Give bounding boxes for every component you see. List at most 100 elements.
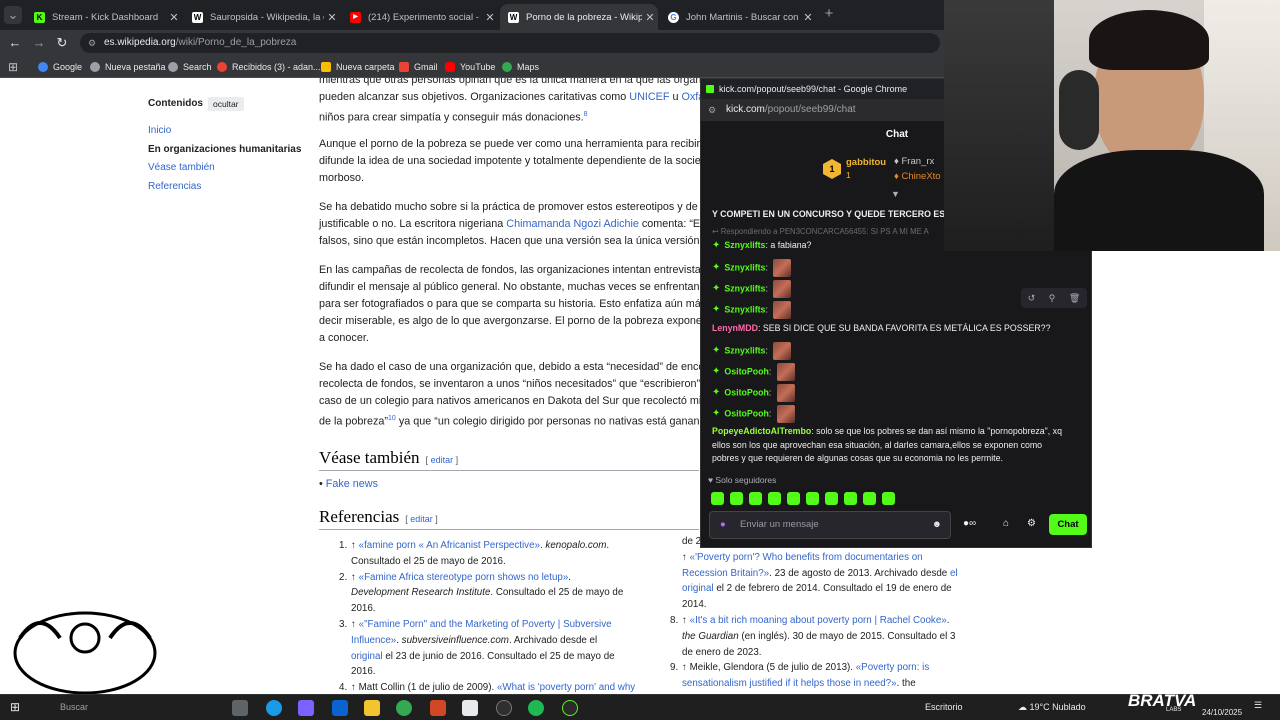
tab-experimento-social[interactable]: ▶ (214) Experimento social - Con ✕	[342, 4, 498, 30]
link-adichie[interactable]: Chimamanda Ngozi Adichie	[506, 218, 639, 230]
notifications-icon[interactable]: ☰	[1254, 700, 1262, 711]
reference-link[interactable]: sensationalism justified if it helps tho…	[682, 678, 897, 689]
tab-kick-dashboard[interactable]: K Stream - Kick Dashboard ✕	[26, 4, 182, 30]
chat-username[interactable]: Sznyxlifts	[724, 240, 765, 250]
chat-message[interactable]: ✦ Sznyxlifts:	[712, 259, 792, 277]
emote-icon[interactable]	[863, 492, 876, 505]
obs-icon[interactable]	[496, 700, 512, 716]
chat-message[interactable]: ✦ OsitoPooh:	[712, 384, 795, 402]
chat-message[interactable]: ellos son los que aprovechan esa situaci…	[712, 438, 1042, 452]
bookmark-gmail[interactable]: Gmail	[399, 59, 438, 75]
taskbar-search[interactable]: Buscar	[60, 702, 88, 712]
emote-icon[interactable]	[768, 492, 781, 505]
emoji-icon[interactable]: ☻	[932, 512, 942, 538]
spotify-icon[interactable]	[528, 700, 544, 716]
outlook-icon[interactable]	[332, 700, 348, 716]
close-icon[interactable]: ✕	[800, 11, 816, 24]
tab-porno-pobreza[interactable]: W Porno de la pobreza - Wikipedia ✕	[500, 4, 658, 30]
forward-button[interactable]: →	[30, 34, 48, 52]
tab-list-button[interactable]: ⌄	[4, 6, 22, 24]
desktop-label[interactable]: Escritorio	[925, 702, 963, 712]
delete-icon[interactable]: 🗑	[1069, 293, 1080, 304]
task-view-icon[interactable]	[232, 700, 248, 716]
chat-username[interactable]: OsitoPooh	[724, 387, 768, 397]
chat-username[interactable]: LenynMDD	[712, 323, 758, 333]
new-tab-button[interactable]: +	[820, 5, 838, 23]
tab-sauropsida[interactable]: W Sauropsida - Wikipedia, la enc ✕	[184, 4, 340, 30]
reference-link[interactable]: Influence»	[351, 635, 396, 646]
chat-message[interactable]: LenynMDD: SEB SI DICE QUE SU BANDA FAVOR…	[712, 321, 1050, 335]
chat-message[interactable]: ✦ Sznyxlifts:	[712, 301, 792, 319]
notepad-icon[interactable]	[462, 700, 478, 716]
leaderboard-first-user[interactable]: gabbitou	[846, 157, 886, 168]
windows-start-icon[interactable]: ⊞	[10, 700, 20, 714]
reload-button[interactable]: ↻	[53, 34, 71, 52]
chat-message[interactable]: ✦ Sznyxlifts:	[712, 342, 792, 360]
link-fake-news[interactable]: Fake news	[326, 478, 378, 490]
toc-item-vease-tambien[interactable]: Véase también	[148, 162, 215, 173]
settings-icon[interactable]: ⚙	[1027, 518, 1036, 529]
weather-widget[interactable]: ☁ 19°C Nublado	[1018, 702, 1086, 713]
link-unicef[interactable]: UNICEF	[629, 91, 669, 103]
chat-username[interactable]: OsitoPooh	[724, 366, 768, 376]
leaderboard-second-user[interactable]: ♦ Fran_rx	[894, 156, 934, 167]
apps-icon[interactable]: ⊞	[8, 59, 18, 75]
bookmark-maps[interactable]: Maps	[502, 59, 539, 75]
reference-link[interactable]: original	[682, 583, 714, 594]
users-icon[interactable]: ●∞	[963, 518, 976, 529]
bookmark-youtube[interactable]: YouTube	[445, 59, 495, 75]
site-info-icon[interactable]: ⚙	[88, 33, 96, 53]
emote-icon[interactable]	[806, 492, 819, 505]
edit-link[interactable]: editar	[431, 455, 454, 465]
chat-username[interactable]: OsitoPooh	[724, 408, 768, 418]
tab-john-martinis[interactable]: G John Martinis - Buscar con Goo ✕	[660, 4, 816, 30]
edit-link[interactable]: editar	[410, 514, 433, 524]
app-icon[interactable]	[562, 700, 578, 716]
edge-icon[interactable]	[266, 700, 282, 716]
reply-icon[interactable]: ↺	[1028, 293, 1036, 304]
microphone-icon[interactable]: ●	[720, 512, 726, 538]
toc-hide-button[interactable]: ocultar	[208, 97, 244, 111]
store-icon[interactable]: ⌂	[1003, 518, 1009, 529]
chat-username[interactable]: Sznyxlifts	[724, 304, 765, 314]
emote-icon[interactable]	[730, 492, 743, 505]
citation-link[interactable]: 10	[388, 415, 396, 422]
back-button[interactable]: ←	[6, 34, 24, 52]
emote-icon[interactable]	[882, 492, 895, 505]
emote-icon[interactable]	[749, 492, 762, 505]
reference-link[interactable]: «It's a bit rich moaning about poverty p…	[690, 615, 947, 626]
copilot-icon[interactable]	[298, 700, 314, 716]
close-icon[interactable]: ✕	[642, 11, 658, 24]
reference-link[interactable]: «Famine Africa stereotype porn shows no …	[359, 572, 569, 583]
emote-icon[interactable]	[844, 492, 857, 505]
toc-item-referencias[interactable]: Referencias	[148, 181, 201, 192]
emote-icon[interactable]	[787, 492, 800, 505]
reference-link[interactable]: «famine porn « An Africanist Perspective…	[359, 540, 540, 551]
toc-item-inicio[interactable]: Inicio	[148, 125, 171, 136]
collapse-icon[interactable]: ▼	[891, 189, 900, 199]
toc-item-organizaciones[interactable]: En organizaciones humanitarias	[148, 144, 301, 155]
bookmark-google[interactable]: Google	[38, 59, 82, 75]
chat-username[interactable]: Sznyxlifts	[724, 345, 765, 355]
chat-message[interactable]: PopeyeAdictoAlTrembo: solo se que los po…	[712, 424, 1062, 438]
chat-username[interactable]: PopeyeAdictoAlTrembo	[712, 426, 811, 436]
citation-link[interactable]: 8	[584, 111, 588, 118]
bookmark-nueva-pestana[interactable]: Nueva pestaña	[90, 59, 166, 75]
reference-link[interactable]: «What is 'poverty porn' and why	[497, 682, 635, 693]
chat-username[interactable]: Sznyxlifts	[724, 283, 765, 293]
chat-send-button[interactable]: Chat	[1049, 514, 1087, 535]
chat-message[interactable]: ✦ OsitoPooh:	[712, 363, 795, 381]
chat-username[interactable]: Sznyxlifts	[724, 262, 765, 272]
powerpoint-icon[interactable]	[430, 700, 446, 716]
explorer-icon[interactable]	[364, 700, 380, 716]
leaderboard-third-user[interactable]: ♦ ChineXto	[894, 171, 941, 182]
emote-icon[interactable]	[825, 492, 838, 505]
reference-link[interactable]: el	[950, 568, 958, 579]
reference-link[interactable]: original	[351, 651, 383, 662]
emote-icon[interactable]	[711, 492, 724, 505]
reference-link[interactable]: «"Famine Porn" and the Marketing of Pove…	[359, 619, 612, 630]
bookmark-search[interactable]: Search	[168, 59, 212, 75]
reference-link[interactable]: «Poverty porn: is	[856, 662, 930, 673]
close-icon[interactable]: ✕	[166, 11, 182, 24]
reference-link[interactable]: Recession Britain?»	[682, 568, 769, 579]
